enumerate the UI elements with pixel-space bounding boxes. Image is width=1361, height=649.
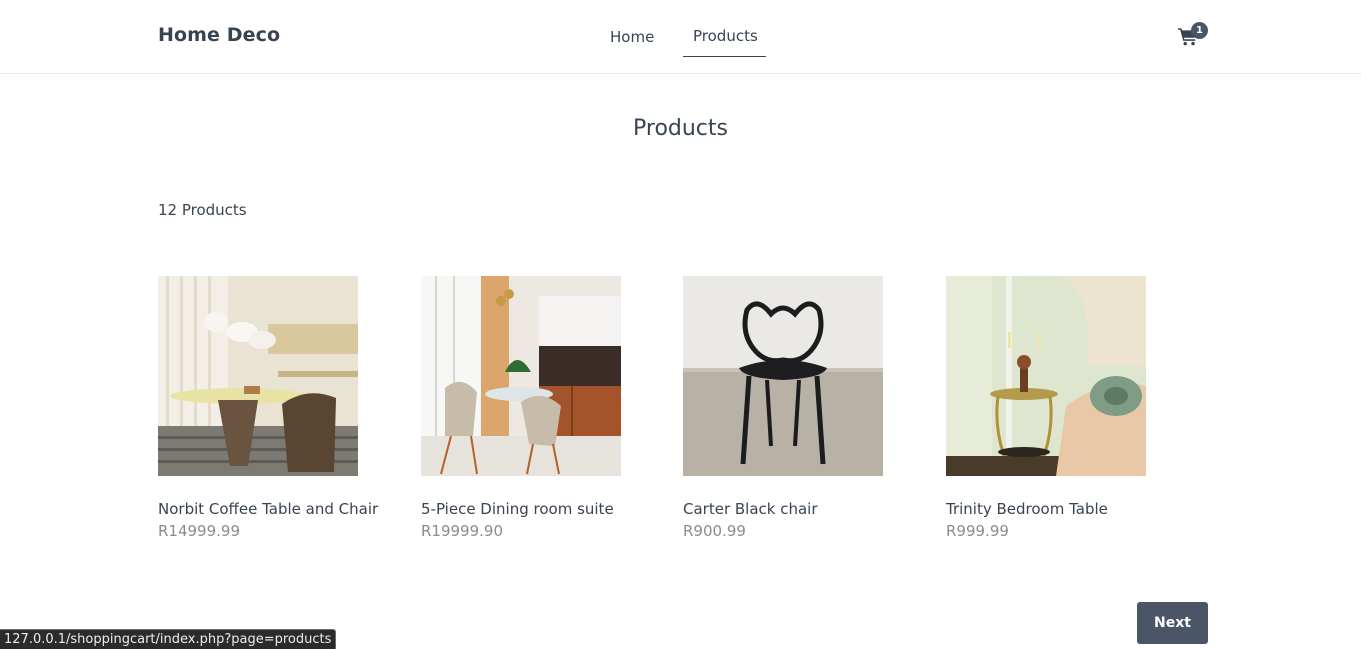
product-price: R19999.90: [421, 522, 503, 540]
coffee-table-image: [158, 276, 358, 476]
product-price: R14999.99: [158, 522, 240, 540]
product-name[interactable]: Carter Black chair: [683, 500, 818, 518]
site-header: Home Deco Home Products 1: [0, 0, 1361, 74]
product-name[interactable]: Trinity Bedroom Table: [946, 500, 1108, 518]
dining-suite-image: [421, 276, 621, 476]
product-card[interactable]: 5-Piece Dining room suite R19999.90: [421, 276, 651, 540]
product-count: 12 Products: [158, 201, 247, 219]
link-status-bar: 127.0.0.1/shoppingcart/index.php?page=pr…: [0, 629, 337, 649]
product-name[interactable]: Norbit Coffee Table and Chair: [158, 500, 378, 518]
active-nav-indicator: [683, 56, 766, 57]
page-title: Products: [633, 116, 728, 141]
product-card[interactable]: Carter Black chair R900.99: [683, 276, 913, 540]
product-image[interactable]: [158, 276, 358, 476]
product-card[interactable]: Trinity Bedroom Table R999.99: [946, 276, 1176, 540]
next-page-button[interactable]: Next: [1137, 602, 1208, 644]
nav-products[interactable]: Products: [693, 27, 758, 45]
brand-logo[interactable]: Home Deco: [158, 24, 280, 46]
product-card[interactable]: Norbit Coffee Table and Chair R14999.99: [158, 276, 388, 540]
product-image[interactable]: [946, 276, 1146, 476]
product-price: R900.99: [683, 522, 746, 540]
nav-home[interactable]: Home: [610, 28, 654, 46]
bedroom-table-image: [946, 276, 1146, 476]
black-chair-image: [683, 276, 883, 476]
product-name[interactable]: 5-Piece Dining room suite: [421, 500, 614, 518]
product-image[interactable]: [421, 276, 621, 476]
product-price: R999.99: [946, 522, 1009, 540]
cart-count-badge: 1: [1191, 22, 1208, 39]
product-image[interactable]: [683, 276, 883, 476]
